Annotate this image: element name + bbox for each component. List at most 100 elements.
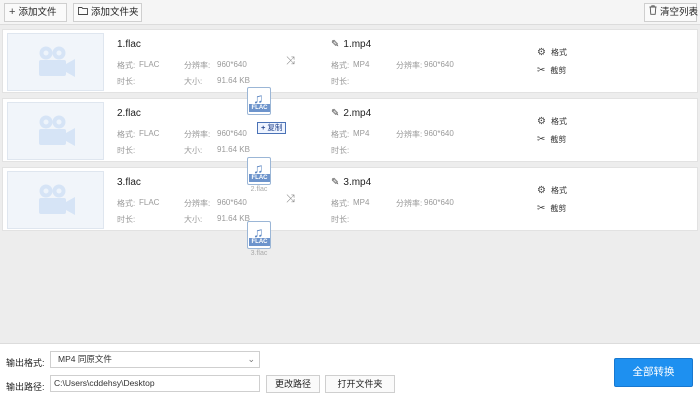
format-label: 格式:: [331, 130, 350, 139]
source-resolution-value: 960*640: [217, 198, 247, 207]
gear-icon: ⚙: [537, 47, 546, 58]
source-format-value: FLAC: [139, 129, 160, 138]
file-list: 1.flac 格式: FLAC 分辨率: 960*640 时长: 大小: 91.…: [0, 25, 700, 343]
file-row[interactable]: 1.flac 格式: FLAC 分辨率: 960*640 时长: 大小: 91.…: [2, 29, 698, 93]
shuffle-icon: ⤨: [286, 55, 295, 67]
source-format-value: FLAC: [139, 198, 160, 207]
resolution-label: 分辨率:: [184, 130, 211, 139]
output-format-value: MP4 同原文件: [58, 354, 112, 364]
output-format-value: MP4: [353, 129, 370, 138]
audio-file-icon: ♫ FLAC: [247, 157, 271, 185]
output-format-select[interactable]: MP4 同原文件 ⌄: [50, 351, 260, 368]
output-path-label: 输出路径:: [6, 382, 45, 392]
resolution-label: 分辨率:: [396, 61, 423, 70]
resolution-label: 分辨率:: [396, 130, 423, 139]
output-format-value: MP4: [353, 198, 370, 207]
pencil-icon[interactable]: ✎: [331, 108, 339, 119]
audio-file-icon: ♫ FLAC: [247, 221, 271, 249]
add-folder-button[interactable]: 添加文件夹: [73, 3, 142, 22]
output-resolution-value: 960*640: [424, 129, 454, 138]
source-resolution-value: 960*640: [217, 60, 247, 69]
file-row[interactable]: 3.flac 格式: FLAC 分辨率: 960*640 时长: 大小: 91.…: [2, 167, 698, 231]
clear-list-button[interactable]: 清空列表: [644, 3, 699, 22]
output-path-input[interactable]: C:\Users\cddehsy\Desktop: [50, 375, 260, 392]
trim-action-label: 截剪: [550, 66, 567, 75]
output-format-value: MP4: [353, 60, 370, 69]
format-label: 格式:: [117, 130, 136, 139]
video-thumbnail: [7, 33, 104, 91]
output-format-label: 输出格式:: [6, 358, 45, 368]
open-folder-label: 打开文件夹: [337, 379, 383, 389]
change-path-button[interactable]: 更改路径: [266, 375, 320, 393]
format-settings-button[interactable]: ⚙ 格式: [537, 47, 567, 58]
duration-label: 时长:: [117, 146, 136, 155]
audio-file-icon: ♫ FLAC: [247, 87, 271, 115]
gear-icon: ⚙: [537, 116, 546, 127]
open-folder-button[interactable]: 打开文件夹: [325, 375, 395, 393]
trim-button[interactable]: ✂ 截剪: [537, 65, 566, 76]
plus-icon: +: [261, 123, 266, 132]
pencil-icon[interactable]: ✎: [331, 177, 339, 188]
source-format-value: FLAC: [139, 60, 160, 69]
format-action-label: 格式: [550, 117, 567, 126]
shuffle-icon: ⤨: [286, 193, 295, 205]
size-label: 大小:: [184, 146, 203, 155]
format-label: 格式:: [331, 61, 350, 70]
video-thumbnail: [7, 102, 104, 160]
trim-action-label: 截剪: [550, 135, 567, 144]
add-folder-label: 添加文件夹: [91, 7, 139, 18]
chevron-down-icon: ⌄: [247, 354, 255, 364]
file-type-tag: FLAC: [249, 104, 270, 112]
format-settings-button[interactable]: ⚙ 格式: [537, 185, 567, 196]
dragged-flac-file: ♫ FLAC 2.flac: [246, 157, 272, 193]
add-file-button[interactable]: + 添加文件: [4, 3, 67, 22]
output-filename: 3.mp4: [343, 177, 372, 188]
duration-label: 时长:: [331, 146, 350, 155]
convert-all-button[interactable]: 全部转换: [614, 358, 693, 387]
toolbar: + 添加文件 添加文件夹 清空列表: [0, 0, 700, 25]
bottom-panel: 输出格式: MP4 同原文件 ⌄ 输出路径: C:\Users\cddehsy\…: [0, 343, 700, 396]
resolution-label: 分辨率:: [184, 199, 211, 208]
format-label: 格式:: [331, 199, 350, 208]
source-resolution-value: 960*640: [217, 129, 247, 138]
format-label: 格式:: [117, 61, 136, 70]
trim-button[interactable]: ✂ 截剪: [537, 203, 566, 214]
trim-button[interactable]: ✂ 截剪: [537, 134, 566, 145]
duration-label: 时长:: [117, 215, 136, 224]
output-name[interactable]: ✎ 3.mp4: [331, 177, 371, 188]
pencil-icon[interactable]: ✎: [331, 39, 339, 50]
dragged-file-caption: 2.flac: [250, 186, 268, 193]
convert-all-label: 全部转换: [632, 366, 675, 378]
video-thumbnail: [7, 171, 104, 229]
clear-list-label: 清空列表: [660, 7, 699, 18]
source-filename: 1.flac: [117, 39, 141, 50]
source-size-value: 91.64 KB: [217, 214, 250, 223]
scissors-icon: ✂: [537, 203, 546, 214]
dragged-flac-file: ♫ FLAC 3.flac: [246, 221, 272, 257]
plus-icon: +: [9, 6, 16, 18]
output-name[interactable]: ✎ 2.mp4: [331, 108, 371, 119]
trim-action-label: 截剪: [550, 204, 567, 213]
duration-label: 时长:: [331, 77, 350, 86]
output-path-value: C:\Users\cddehsy\Desktop: [54, 378, 155, 388]
trash-icon: [649, 4, 657, 21]
output-resolution-value: 960*640: [424, 60, 454, 69]
dragged-flac-file: ♫ FLAC: [246, 87, 272, 115]
output-name[interactable]: ✎ 1.mp4: [331, 39, 371, 50]
source-filename: 2.flac: [117, 108, 141, 119]
scissors-icon: ✂: [537, 134, 546, 145]
copy-cursor-badge: + 复制: [257, 122, 287, 134]
format-label: 格式:: [117, 199, 136, 208]
file-type-tag: FLAC: [249, 174, 270, 182]
format-settings-button[interactable]: ⚙ 格式: [537, 116, 567, 127]
video-camera-icon: [38, 46, 75, 77]
size-label: 大小:: [184, 215, 203, 224]
source-size-value: 91.64 KB: [217, 145, 250, 154]
size-label: 大小:: [184, 77, 203, 86]
copy-label: 复制: [267, 123, 283, 132]
file-type-tag: FLAC: [249, 238, 270, 246]
file-row[interactable]: 2.flac 格式: FLAC 分辨率: 960*640 时长: 大小: 91.…: [2, 98, 698, 162]
output-filename: 2.mp4: [343, 108, 372, 119]
duration-label: 时长:: [331, 215, 350, 224]
output-filename: 1.mp4: [343, 39, 372, 50]
